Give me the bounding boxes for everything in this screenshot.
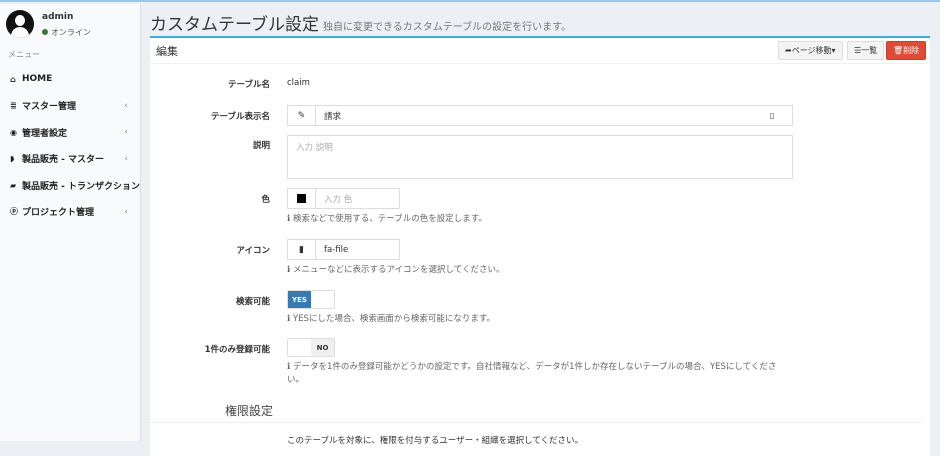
trash-icon: 🗑 (893, 46, 903, 55)
menu-header: メニュー (8, 49, 40, 60)
icon-help: ℹ メニューなどに表示するアイコンを選択してください。 (287, 264, 505, 277)
sidebar-item[interactable]: ⌂HOME (0, 66, 140, 93)
searchable-help: ℹ YESにした場合、検索画面から検索可能になります。 (287, 313, 495, 326)
pencil-icon: ✎ (288, 106, 316, 125)
one-record-toggle[interactable]: NO (287, 338, 335, 357)
display-name-value: 請求 (316, 106, 770, 125)
sidebar-item-label: 管理者設定 (22, 126, 67, 139)
status-text: オンライン (51, 28, 91, 37)
sidebar-item-label: マスター管理 (22, 99, 76, 112)
box-header: 編集 ➦ページ移動▾ ☰一覧 🗑削除 (150, 38, 930, 64)
color-input[interactable]: 入力 色 (287, 188, 400, 209)
permissions-title: 権限設定 (225, 402, 273, 419)
list-button[interactable]: ☰一覧 (847, 41, 884, 60)
toggle-on: YES (288, 291, 311, 308)
list-icon: ☰ (854, 46, 861, 55)
display-name-label: テーブル表示名 (211, 110, 270, 122)
permissions-help: このテーブルを対象に、権限を付与するユーザー・組織を選択してください。 (287, 434, 583, 446)
page-move-button[interactable]: ➦ページ移動▾ (778, 41, 843, 60)
description-placeholder: 入力 説明 (288, 136, 792, 153)
chevron-left-icon: ‹ (124, 127, 128, 137)
sidebar-item-label: 製品販売 - トランザクション (22, 179, 140, 192)
user-circle-icon: ◉ (10, 128, 22, 137)
sidebar-item[interactable]: ▰製品販売 - トランザクション (0, 172, 140, 199)
one-record-help: ℹ データを1件のみ登録可能かどうかの設定です。自社情報など、データが1件しか存… (287, 361, 787, 387)
color-placeholder: 入力 色 (316, 189, 399, 208)
sidebar-item[interactable]: ≣マスター管理 ‹ (0, 93, 140, 120)
chevron-left-icon: ‹ (124, 101, 128, 111)
sidebar-item[interactable]: ◉管理者設定 ‹ (0, 119, 140, 146)
table-name-label: テーブル名 (228, 78, 270, 90)
share-icon: ➦ (785, 46, 792, 55)
file-icon: ▮ (288, 240, 316, 259)
icon-label: アイコン (236, 244, 270, 256)
description-label: 説明 (253, 139, 270, 151)
color-help-text: 検索などで使用する、テーブルの色を設定します。 (293, 214, 487, 224)
searchable-help-text: YESにした場合、検索画面から検索可能になります。 (293, 314, 495, 324)
page-title: カスタムテーブル設定独自に変更できるカスタムテーブルの設定を行います。 (150, 10, 571, 35)
one-record-label: 1件のみ登録可能 (205, 343, 270, 355)
page-subtitle: 独自に変更できるカスタムテーブルの設定を行います。 (323, 22, 571, 33)
color-help: ℹ 検索などで使用する、テーブルの色を設定します。 (287, 213, 487, 226)
sidebar-item[interactable]: ◗製品販売 - マスター ‹ (0, 146, 140, 173)
box-title: 編集 (156, 43, 178, 59)
user-status: オンライン (42, 27, 91, 38)
sidebar-item-label: プロジェクト管理 (22, 205, 94, 218)
description-textarea[interactable]: 入力 説明 (287, 135, 793, 179)
one-record-help-text: データを1件のみ登録可能かどうかの設定です。自社情報など、データが1件しか存在し… (287, 362, 776, 385)
icon-value: fa-file (316, 240, 399, 259)
sidebar-item[interactable]: ⓟプロジェクト管理 ‹ (0, 199, 140, 226)
book-icon: ▰ (10, 181, 22, 190)
page-move-label: ページ移動 (792, 45, 832, 56)
avatar (6, 10, 34, 38)
sidebar-item-label: HOME (22, 74, 52, 84)
icon-help-text: メニューなどに表示するアイコンを選択してください。 (293, 265, 505, 275)
user-name: admin (42, 12, 91, 22)
delete-label: 削除 (903, 45, 919, 56)
online-dot-icon (42, 29, 48, 35)
database-icon: ≣ (10, 101, 22, 110)
list-label: 一覧 (861, 45, 877, 56)
chevron-left-icon: ‹ (124, 154, 128, 164)
home-icon: ⌂ (10, 75, 22, 84)
shield-icon: ◗ (10, 154, 22, 163)
sidebar-item-label: 製品販売 - マスター (22, 152, 104, 165)
searchable-toggle[interactable]: YES (287, 290, 335, 309)
table-name-value: claim (287, 78, 310, 88)
user-panel: admin オンライン (6, 10, 91, 38)
permissions-header: 権限設定 (150, 402, 922, 423)
icon-input[interactable]: ▮fa-file (287, 239, 400, 260)
color-swatch-icon (288, 189, 316, 208)
display-name-input[interactable]: ✎請求▯ (287, 105, 793, 126)
page-title-text: カスタムテーブル設定 (150, 15, 319, 35)
product-hunt-icon: ⓟ (10, 206, 22, 217)
searchable-label: 検索可能 (236, 295, 270, 307)
delete-button[interactable]: 🗑削除 (886, 41, 926, 60)
field-picker-icon[interactable]: ▯ (770, 106, 792, 125)
edit-box: 編集 ➦ページ移動▾ ☰一覧 🗑削除 テーブル名 claim テーブル表示名 ✎… (150, 36, 930, 456)
caret-down-icon: ▾ (832, 46, 836, 55)
toggle-off: NO (311, 339, 334, 356)
sidebar: admin オンライン メニュー ⌂HOME≣マスター管理‹◉管理者設定‹◗製品… (0, 4, 141, 441)
sidebar-nav: ⌂HOME ≣マスター管理 ‹ ◉管理者設定 ‹ ◗製品販売 - マスター ‹ ▰製品販売 -… (0, 66, 140, 225)
color-label: 色 (261, 193, 270, 205)
chevron-left-icon: ‹ (124, 207, 128, 217)
